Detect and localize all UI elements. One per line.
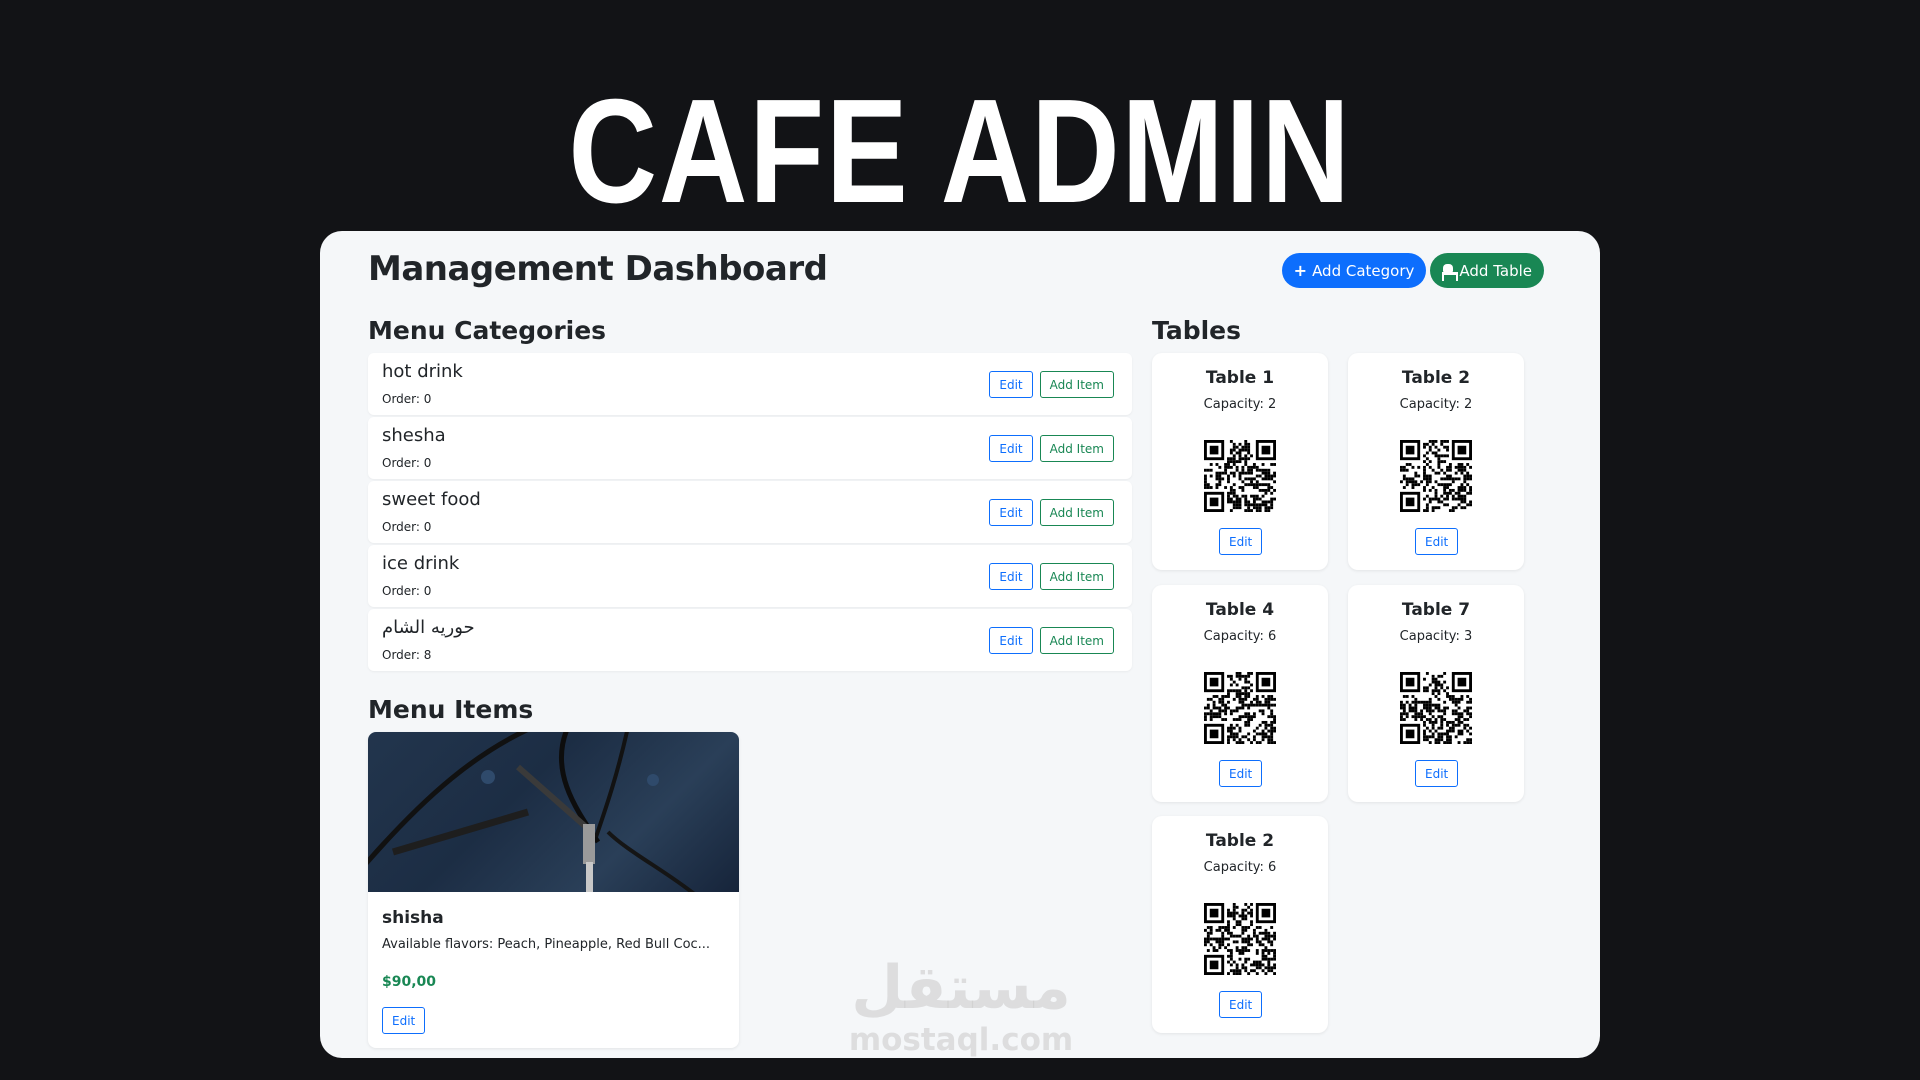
edit-category-button[interactable]: Edit [989, 627, 1033, 654]
plus-icon: + [1293, 260, 1308, 280]
table-card: Table 2 Capacity: 2 Edit [1348, 353, 1524, 570]
menu-items-heading: Menu Items [368, 695, 534, 724]
table-name: Table 1 [1205, 368, 1275, 388]
table-capacity: Capacity: 2 [1399, 397, 1473, 412]
watermark-latin: mostaql.com [848, 1022, 1074, 1058]
category-list: hot drink Order: 0 Edit Add Item shesha … [368, 353, 1132, 673]
watermark: مستقل mostaql.com [841, 958, 1081, 1058]
category-order: Order: 0 [382, 456, 432, 470]
edit-category-button[interactable]: Edit [989, 563, 1033, 590]
edit-table-button[interactable]: Edit [1415, 760, 1459, 787]
add-category-label: Add Category [1312, 261, 1415, 280]
table-card: Table 2 Capacity: 6 Edit [1152, 816, 1328, 1033]
add-item-button[interactable]: Add Item [1039, 627, 1114, 654]
watermark-arabic: مستقل [851, 953, 1071, 1023]
category-name: shesha [382, 425, 446, 446]
qr-code-icon [1204, 903, 1276, 975]
menu-item-price: $90,00 [382, 974, 437, 990]
category-order: Order: 0 [382, 392, 432, 406]
add-table-label: Add Table [1459, 261, 1532, 280]
category-row: sweet food Order: 0 Edit Add Item [368, 481, 1132, 543]
edit-category-button[interactable]: Edit [989, 435, 1033, 462]
category-name: sweet food [382, 489, 481, 510]
menu-categories-heading: Menu Categories [368, 316, 607, 345]
add-item-button[interactable]: Add Item [1039, 499, 1114, 526]
category-name: حوريه الشام [382, 617, 475, 638]
table-capacity: Capacity: 6 [1203, 629, 1277, 644]
category-row: hot drink Order: 0 Edit Add Item [368, 353, 1132, 415]
edit-table-button[interactable]: Edit [1219, 528, 1263, 555]
table-name: Table 2 [1205, 831, 1275, 851]
tables-heading: Tables [1152, 316, 1242, 345]
table-card: Table 1 Capacity: 2 Edit [1152, 353, 1328, 570]
page-title: Management Dashboard [368, 249, 828, 289]
category-row: shesha Order: 0 Edit Add Item [368, 417, 1132, 479]
table-capacity: Capacity: 3 [1399, 629, 1473, 644]
dashboard-header: Management Dashboard + Add Category Add … [368, 249, 1544, 293]
menu-item-description: Available flavors: Peach, Pineapple, Red… [382, 937, 711, 952]
category-name: ice drink [382, 553, 460, 574]
edit-category-button[interactable]: Edit [989, 499, 1033, 526]
category-row: حوريه الشام Order: 8 Edit Add Item [368, 609, 1132, 671]
edit-table-button[interactable]: Edit [1415, 528, 1459, 555]
table-capacity: Capacity: 6 [1203, 860, 1277, 875]
category-name: hot drink [382, 361, 463, 382]
table-name: Table 2 [1401, 368, 1471, 388]
dashboard-panel: Management Dashboard + Add Category Add … [320, 231, 1600, 1058]
add-table-button[interactable]: Add Table [1430, 253, 1544, 288]
qr-code-icon [1400, 672, 1472, 744]
add-category-button[interactable]: + Add Category [1281, 253, 1427, 288]
menu-item-card: shisha Available flavors: Peach, Pineapp… [368, 732, 739, 1048]
table-name: Table 7 [1401, 600, 1471, 620]
qr-code-icon [1204, 672, 1276, 744]
edit-table-button[interactable]: Edit [1219, 991, 1263, 1018]
table-capacity: Capacity: 2 [1203, 397, 1277, 412]
category-order: Order: 0 [382, 584, 432, 598]
menu-item-name: shisha [382, 908, 444, 928]
qr-code-icon [1400, 440, 1472, 512]
add-item-button[interactable]: Add Item [1039, 563, 1114, 590]
table-card: Table 7 Capacity: 3 Edit [1348, 585, 1524, 802]
table-card: Table 4 Capacity: 6 Edit [1152, 585, 1328, 802]
edit-menu-item-button[interactable]: Edit [382, 1007, 426, 1034]
edit-category-button[interactable]: Edit [989, 371, 1033, 398]
category-order: Order: 0 [382, 520, 432, 534]
category-order: Order: 8 [382, 648, 432, 662]
add-item-button[interactable]: Add Item [1039, 371, 1114, 398]
edit-table-button[interactable]: Edit [1219, 760, 1263, 787]
add-item-button[interactable]: Add Item [1039, 435, 1114, 462]
category-row: ice drink Order: 0 Edit Add Item [368, 545, 1132, 607]
header-actions: + Add Category Add Table [1281, 253, 1544, 288]
qr-code-icon [1204, 440, 1276, 512]
table-name: Table 4 [1205, 600, 1275, 620]
menu-item-image [368, 732, 739, 892]
chair-icon [1442, 263, 1459, 281]
